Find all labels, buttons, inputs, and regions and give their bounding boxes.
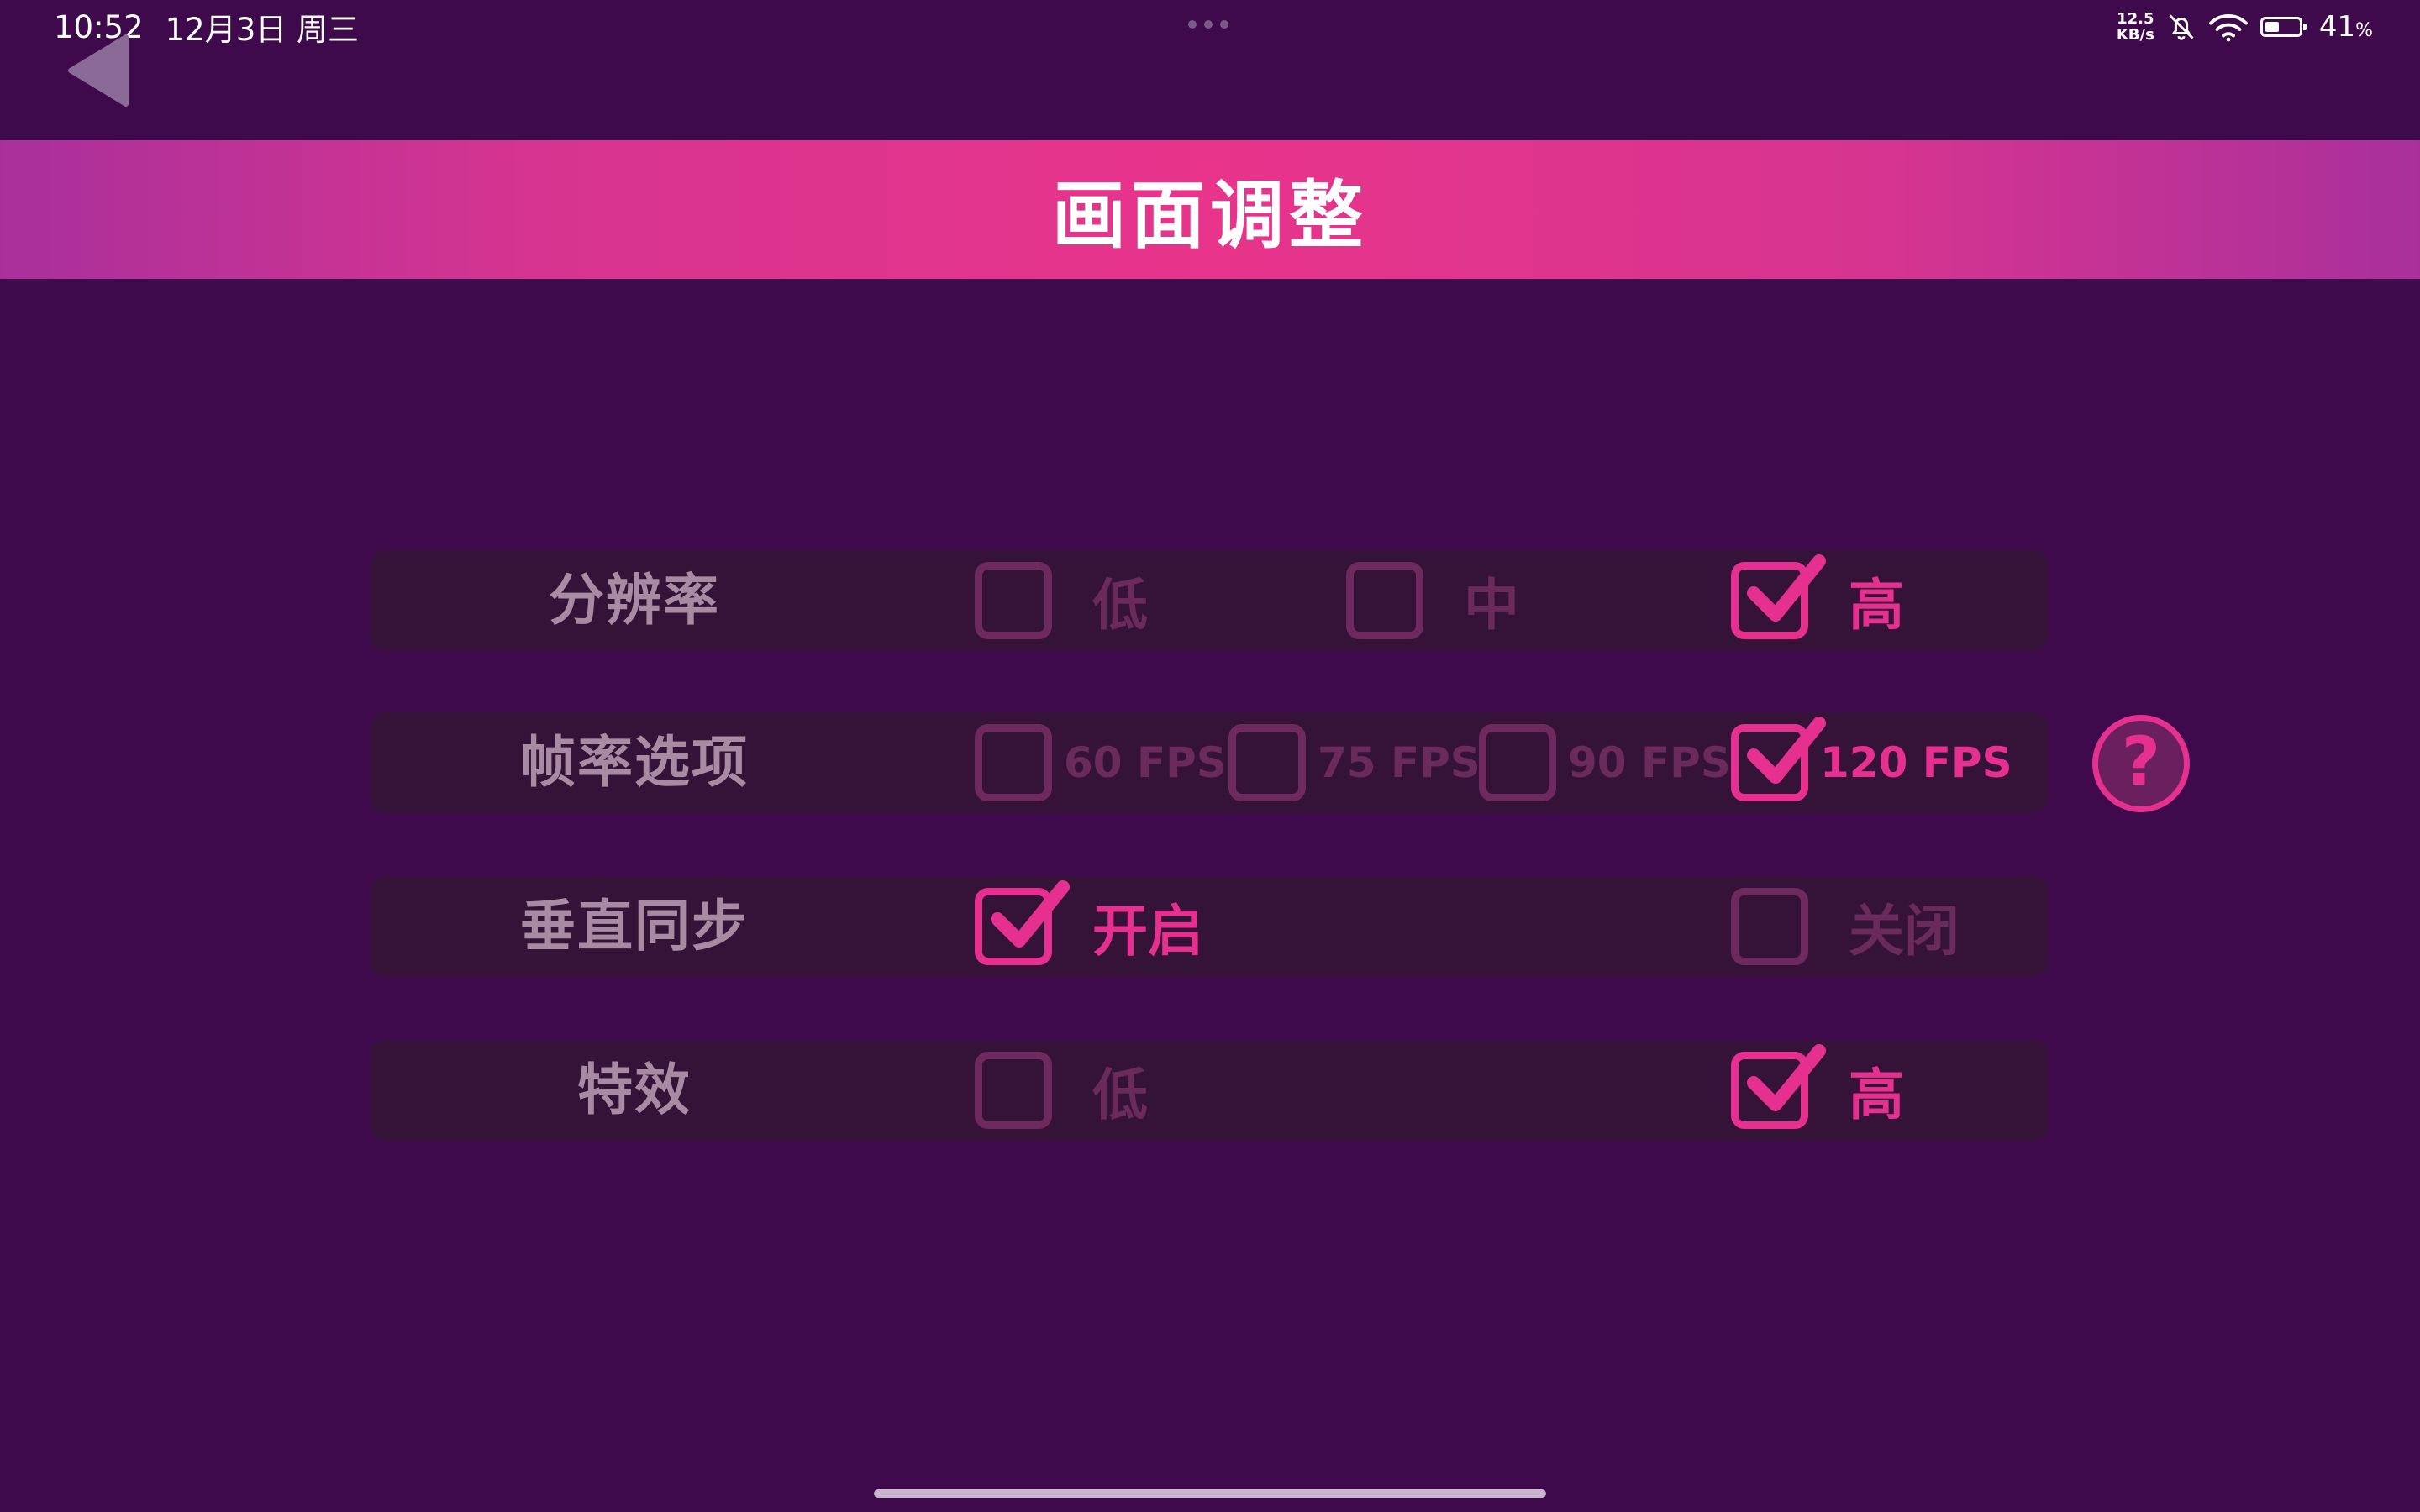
checkbox[interactable] <box>1346 562 1423 639</box>
status-bar-right: 12.5 KB/s 41% <box>2117 7 2373 47</box>
checkbox[interactable] <box>1731 1044 1826 1129</box>
vsync-on-option[interactable]: 开启 <box>975 876 1203 977</box>
checkbox[interactable] <box>975 1052 1052 1129</box>
back-triangle-icon <box>68 34 129 107</box>
checkbox[interactable] <box>1479 724 1556 801</box>
option-label: 高 <box>1849 573 1904 638</box>
checkmark-icon <box>1747 554 1826 622</box>
option-label: 开启 <box>1092 899 1203 963</box>
option-label: 低 <box>1092 573 1148 638</box>
row-label-vsync: 垂直同步 <box>520 894 749 958</box>
checkbox[interactable] <box>1228 724 1306 801</box>
fps-75-option[interactable]: 75 FPS <box>1228 712 1481 813</box>
row-label-resolution: 分辨率 <box>549 568 720 633</box>
setting-row-resolution: 分辨率 低 中 高 <box>370 550 2049 651</box>
back-button[interactable] <box>66 34 133 109</box>
effects-low-option[interactable]: 低 <box>975 1040 1148 1141</box>
checkbox[interactable] <box>1731 888 1808 965</box>
resolution-high-option[interactable]: 高 <box>1731 550 1904 651</box>
option-label: 低 <box>1092 1063 1148 1127</box>
fps-120-option[interactable]: 120 FPS <box>1731 712 2012 813</box>
checkmark-icon <box>991 880 1070 948</box>
battery-icon <box>2260 17 2307 37</box>
checkbox[interactable] <box>1731 717 1826 801</box>
vsync-off-option[interactable]: 关闭 <box>1731 876 1960 977</box>
bell-off-icon <box>2169 14 2194 40</box>
effects-high-option[interactable]: 高 <box>1731 1040 1904 1141</box>
question-mark-icon: ? <box>2121 722 2161 801</box>
row-label-effects: 特效 <box>577 1058 692 1122</box>
title-banner: 画面调整 <box>0 140 2420 279</box>
network-speed: 12.5 KB/s <box>2116 10 2154 44</box>
help-button[interactable]: ? <box>2092 715 2190 812</box>
home-indicator[interactable] <box>874 1489 1546 1498</box>
wifi-icon <box>2208 14 2248 42</box>
checkbox[interactable] <box>975 724 1052 801</box>
setting-row-frame-rate: 帧率选项 60 FPS 75 FPS 90 FPS 120 FPS <box>370 712 2049 813</box>
fps-90-option[interactable]: 90 FPS <box>1479 712 1731 813</box>
page-title: 画面调整 <box>1051 172 1368 259</box>
row-label-frame-rate: 帧率选项 <box>520 730 749 795</box>
option-label: 90 FPS <box>1568 738 1731 787</box>
setting-row-vsync: 垂直同步 开启 关闭 <box>370 876 2049 977</box>
fps-60-option[interactable]: 60 FPS <box>975 712 1227 813</box>
multitask-dots-icon[interactable] <box>1188 20 1228 29</box>
status-date: 12月3日 周三 <box>165 12 360 48</box>
checkbox[interactable] <box>1731 554 1826 639</box>
option-label: 中 <box>1464 573 1519 638</box>
resolution-medium-option[interactable]: 中 <box>1346 550 1519 651</box>
checkbox[interactable] <box>975 880 1070 965</box>
option-label: 关闭 <box>1849 899 1960 963</box>
checkmark-icon <box>1747 717 1826 784</box>
checkbox[interactable] <box>975 562 1052 639</box>
option-label: 高 <box>1849 1063 1904 1127</box>
option-label: 75 FPS <box>1318 738 1481 787</box>
option-label: 120 FPS <box>1820 738 2012 787</box>
setting-row-effects: 特效 低 高 <box>370 1040 2049 1141</box>
battery-percent: 41% <box>2318 10 2373 44</box>
option-label: 60 FPS <box>1064 738 1227 787</box>
checkmark-icon <box>1747 1044 1826 1111</box>
resolution-low-option[interactable]: 低 <box>975 550 1148 651</box>
